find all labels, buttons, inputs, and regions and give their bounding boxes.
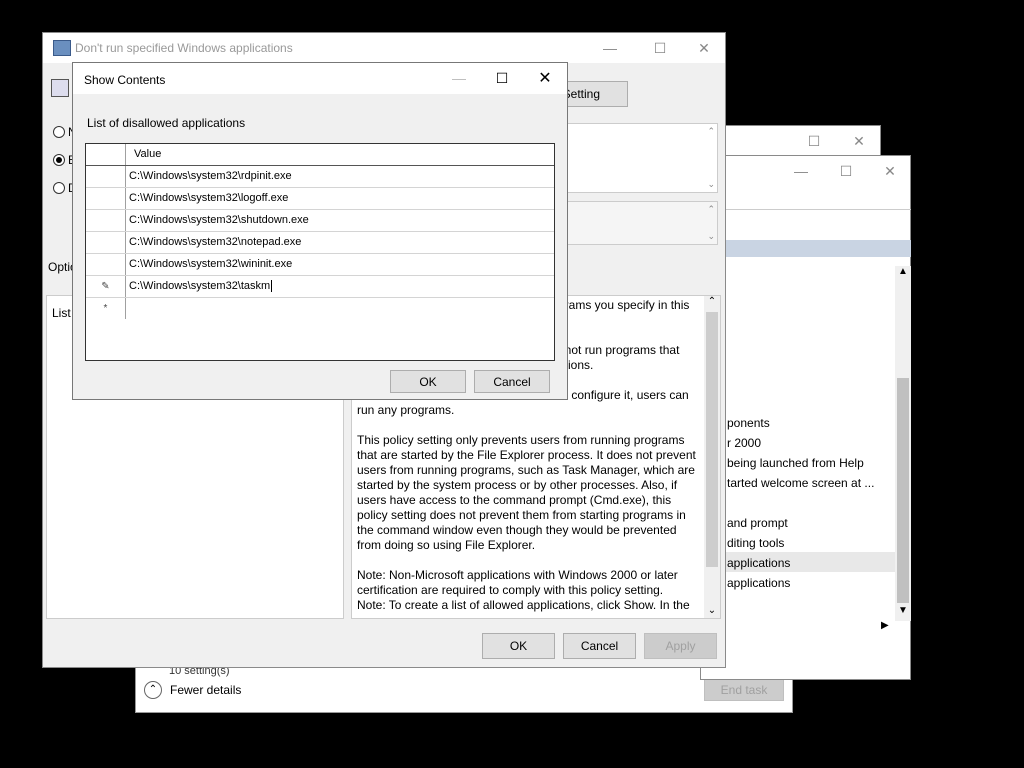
grid-new-row[interactable]: *	[86, 298, 554, 320]
close-icon[interactable]: ✕	[681, 33, 727, 63]
grid-row[interactable]: C:\Windows\system32\wininit.exe	[86, 254, 554, 276]
help-paragraph: Note: Non-Microsoft applications with Wi…	[357, 568, 678, 597]
row-header[interactable]	[86, 166, 126, 187]
not-configured-radio[interactable]	[53, 126, 65, 138]
value-column-header[interactable]: Value	[134, 148, 161, 160]
editor-divider	[701, 209, 911, 210]
inner-close-icon[interactable]: ✕	[867, 156, 913, 186]
help-scroll-up-icon[interactable]: ⌃	[704, 296, 720, 307]
editor-close-icon[interactable]: ✕	[836, 126, 882, 156]
comment-scroll-down-icon[interactable]: ⌄	[707, 179, 715, 190]
inner-minimize-icon[interactable]: —	[778, 156, 824, 186]
ok-button[interactable]: OK	[482, 633, 555, 659]
row-value[interactable]: C:\Windows\system32\notepad.exe	[129, 236, 301, 248]
scroll-down-icon[interactable]: ▼	[895, 605, 911, 621]
help-paragraph: Note: To create a list of allowed applic…	[357, 598, 690, 612]
dialog-title-bar: Show Contents — ☐ ✕	[73, 63, 567, 94]
dialog-close-icon[interactable]: ✕	[522, 63, 568, 93]
editor-vertical-scrollbar[interactable]: ▲ ▼	[895, 266, 911, 621]
row-value[interactable]: C:\Windows\system32\shutdown.exe	[129, 214, 309, 226]
supported-scroll-up-icon[interactable]: ⌃	[707, 204, 715, 215]
help-line: run any programs.	[357, 403, 455, 417]
policy-list-item[interactable]: applications	[727, 576, 790, 590]
editor-selected-header	[701, 240, 911, 257]
scroll-thumb[interactable]	[897, 378, 909, 603]
dialog-minimize-icon[interactable]: —	[436, 63, 482, 93]
policy-list-item[interactable]: diting tools	[727, 536, 784, 550]
grid-row[interactable]: C:\Windows\system32\rdpinit.exe	[86, 166, 554, 188]
help-scroll-thumb[interactable]	[706, 312, 718, 567]
row-value[interactable]: C:\Windows\system32\rdpinit.exe	[129, 170, 292, 182]
dialog-ok-button[interactable]: OK	[390, 370, 466, 393]
policy-list-item[interactable]: being launched from Help	[727, 456, 864, 470]
row-header[interactable]	[86, 254, 126, 275]
policy-list-item[interactable]: ponents	[727, 416, 770, 430]
help-scrollbar[interactable]: ⌃ ⌄	[704, 296, 720, 618]
show-contents-dialog: Show Contents — ☐ ✕ List of disallowed a…	[72, 62, 568, 400]
scroll-up-icon[interactable]: ▲	[895, 266, 911, 282]
policy-list-item[interactable]: tarted welcome screen at ...	[727, 476, 874, 490]
editor-settings-list: ponents r 2000 being launched from Help …	[701, 266, 896, 631]
chevron-up-icon: ⌃	[144, 681, 162, 699]
enabled-radio[interactable]	[53, 154, 65, 166]
editor-maximize-icon[interactable]: ☐	[791, 126, 837, 156]
row-value-edit-field[interactable]: C:\Windows\system32\taskm	[129, 280, 273, 292]
window-title: Don't run specified Windows applications	[75, 41, 293, 55]
policy-list-item[interactable]: applications	[727, 556, 790, 570]
policy-icon	[53, 40, 71, 56]
scroll-right-icon[interactable]: ▶	[881, 620, 889, 631]
minimize-icon[interactable]: —	[587, 33, 633, 63]
end-task-button[interactable]: End task	[704, 679, 784, 701]
apply-button[interactable]: Apply	[644, 633, 717, 659]
supported-scroll-down-icon[interactable]: ⌄	[707, 231, 715, 242]
maximize-icon[interactable]: ☐	[637, 33, 683, 63]
help-paragraph: This policy setting only prevents users …	[357, 433, 696, 552]
inner-maximize-icon[interactable]: ☐	[823, 156, 869, 186]
help-scroll-down-icon[interactable]: ⌄	[704, 605, 720, 616]
grid-row[interactable]: C:\Windows\system32\logoff.exe	[86, 188, 554, 210]
policy-list-item[interactable]: r 2000	[727, 436, 761, 450]
row-value[interactable]: C:\Windows\system32\wininit.exe	[129, 258, 292, 270]
grid-header-row: Value	[86, 144, 554, 166]
row-header[interactable]	[86, 210, 126, 231]
fewer-details-label: Fewer details	[170, 683, 242, 697]
values-grid: Value C:\Windows\system32\rdpinit.exe C:…	[85, 143, 555, 361]
dialog-title: Show Contents	[84, 73, 166, 87]
row-header[interactable]	[86, 232, 126, 253]
policy-editor-window: ☐ ✕	[700, 125, 881, 155]
options-list-label: List	[52, 306, 71, 320]
list-label: List of disallowed applications	[87, 116, 246, 130]
grid-row[interactable]: C:\Windows\system32\notepad.exe	[86, 232, 554, 254]
comment-scroll-up-icon[interactable]: ⌃	[707, 126, 715, 137]
row-header[interactable]	[86, 188, 126, 209]
row-value[interactable]: C:\Windows\system32\logoff.exe	[129, 192, 288, 204]
cancel-button[interactable]: Cancel	[563, 633, 636, 659]
policy-list-item[interactable]: and prompt	[727, 516, 788, 530]
dialog-cancel-button[interactable]: Cancel	[474, 370, 550, 393]
fewer-details-link[interactable]: ⌃ Fewer details	[144, 680, 241, 700]
setting-icon	[51, 79, 69, 97]
dialog-maximize-icon[interactable]: ☐	[479, 63, 525, 93]
policy-editor-inner-window: — ☐ ✕ ponents r 2000 being launched from…	[700, 155, 911, 680]
grid-row-editing[interactable]: ✎ C:\Windows\system32\taskm	[86, 276, 554, 298]
pencil-icon: ✎	[86, 276, 126, 297]
title-bar: Don't run specified Windows applications…	[43, 33, 725, 63]
grid-row[interactable]: C:\Windows\system32\shutdown.exe	[86, 210, 554, 232]
new-row-asterisk-icon: *	[86, 298, 126, 319]
disabled-radio[interactable]	[53, 182, 65, 194]
